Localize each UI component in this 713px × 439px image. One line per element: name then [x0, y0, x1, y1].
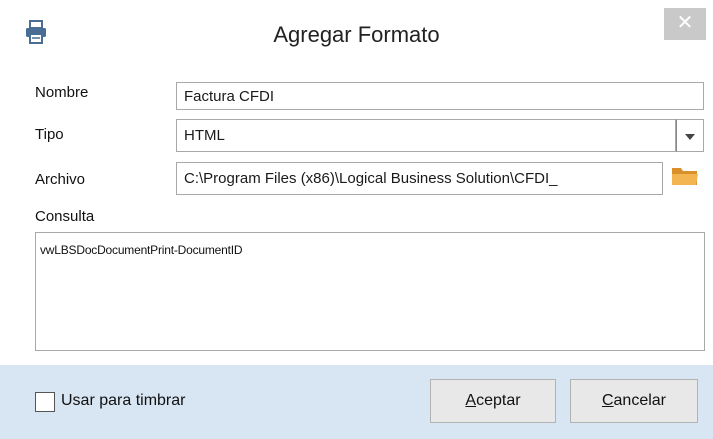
- window-title: Agregar Formato: [273, 22, 440, 47]
- tipo-dropdown-button[interactable]: [676, 119, 704, 152]
- folder-icon: [671, 165, 699, 192]
- usar-para-timbrar-label[interactable]: Usar para timbrar: [61, 392, 185, 410]
- archivo-label: Archivo: [35, 171, 86, 188]
- chevron-down-icon: [685, 127, 695, 145]
- nombre-label: Nombre: [35, 84, 89, 101]
- aceptar-button[interactable]: Aceptar: [430, 379, 556, 423]
- close-icon: ✕: [676, 12, 694, 34]
- cancelar-accel-key: C: [601, 392, 614, 409]
- nombre-input[interactable]: Factura CFDI: [176, 82, 704, 110]
- dialog-footer: Usar para timbrar Aceptar Cancelar: [0, 365, 713, 439]
- consulta-textarea[interactable]: vwLBSDocDocumentPrint-DocumentID: [35, 232, 705, 351]
- usar-para-timbrar-checkbox[interactable]: [35, 392, 55, 412]
- close-button[interactable]: ✕: [664, 8, 706, 40]
- aceptar-accel-key: A: [465, 392, 477, 409]
- tipo-label: Tipo: [35, 126, 64, 143]
- cancelar-button[interactable]: Cancelar: [570, 379, 698, 423]
- title-bar: Agregar Formato ✕: [0, 0, 713, 72]
- aceptar-label-rest: ceptar: [476, 392, 521, 409]
- browse-button[interactable]: [665, 162, 705, 195]
- tipo-select[interactable]: HTML: [176, 119, 676, 152]
- cancelar-label-rest: ancelar: [613, 392, 667, 409]
- archivo-input[interactable]: C:\Program Files (x86)\Logical Business …: [176, 162, 663, 195]
- consulta-label: Consulta: [35, 208, 95, 225]
